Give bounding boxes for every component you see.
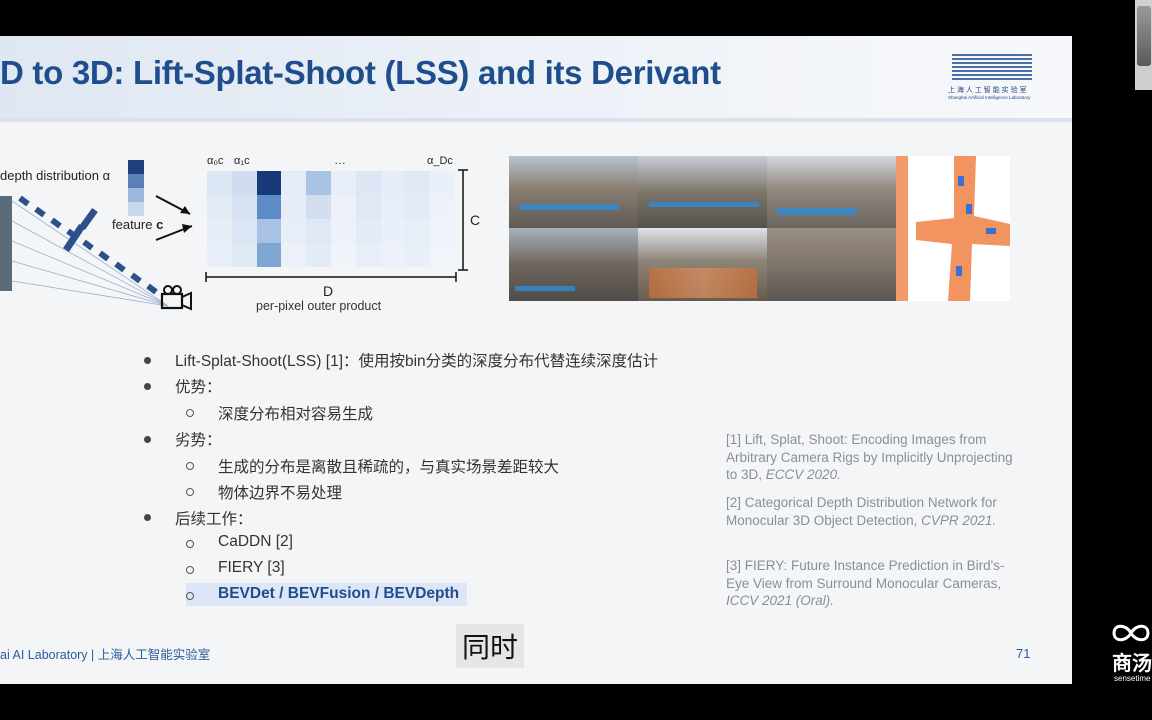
title-band: D to 3D: Lift-Splat-Shoot (LSS) and its … [0, 36, 1072, 122]
d-bracket [205, 272, 457, 282]
grid-cell [405, 243, 431, 267]
grid-cell [207, 219, 232, 243]
grid-cell [355, 171, 381, 195]
sub-bullet-caddn: CaDDN [2] [218, 533, 293, 550]
sensetime-watermark: 商汤 sensetime [1110, 620, 1152, 690]
col-label-d: α_Dc [427, 155, 453, 167]
reference-1: [1] Lift, Splat, Shoot: Encoding Images … [726, 432, 1013, 482]
grid-cell [380, 243, 406, 267]
grid-cell [331, 195, 356, 219]
bullet-dot [144, 436, 151, 443]
sub-bullet-ring [186, 592, 194, 600]
grid-cell [306, 219, 331, 243]
d-label: D [323, 283, 334, 299]
grid-cell [355, 195, 381, 219]
sensetime-logo-icon [1112, 624, 1150, 642]
grid-cell [331, 171, 356, 195]
grid-cell [355, 219, 381, 243]
grid-cell [405, 219, 431, 243]
sub-bullet-fiery: FIERY [3] [218, 559, 285, 576]
logo-graphic [952, 54, 1032, 82]
photo-front [638, 156, 767, 228]
grid-cell [256, 243, 282, 267]
bullet-advantages: 优势： [175, 379, 222, 396]
sub-bullet-bev: BEVDet / BEVFusion / BEVDepth [218, 585, 460, 602]
c-bracket [458, 169, 468, 271]
camera-image-patch [0, 196, 12, 291]
logo-cn-text: 上 海 人 工 智 能 实 验 室 [948, 87, 1027, 94]
bullet-dot [144, 514, 151, 521]
grid-cell [430, 195, 455, 219]
grid-cell [306, 243, 331, 267]
photo-front-left [509, 156, 638, 228]
brand-name: 商汤 [1112, 651, 1152, 675]
grid-cell [405, 195, 431, 219]
grid-cell [281, 195, 307, 219]
brand-sub: sensetime [1114, 674, 1151, 683]
bullet-disadvantages: 劣势： [175, 432, 222, 449]
grid-cell [430, 219, 455, 243]
sub-bullet-ring [186, 462, 194, 470]
sub-bullet-advantage-1: 深度分布相对容易生成 [218, 406, 374, 423]
webcam-overlay [1135, 0, 1152, 90]
footer-lab-name: ai AI Laboratory | 上海人工智能实验室 [0, 648, 211, 662]
grid-cell [281, 219, 307, 243]
grid-cell [256, 171, 282, 195]
camera-icon [160, 285, 192, 311]
grid-cell [380, 195, 406, 219]
photo-front-right [767, 156, 896, 228]
sub-bullet-disadvantage-2: 物体边界不易处理 [218, 485, 343, 502]
reference-3: [3] FIERY: Future Instance Prediction in… [726, 558, 1005, 608]
lab-logo: 上 海 人 工 智 能 实 验 室 Shanghai Artificial In… [948, 54, 1032, 102]
sub-bullet-ring [186, 540, 194, 548]
diagram-caption: per-pixel outer product [256, 299, 382, 313]
bullet-lss: Lift-Splat-Shoot(LSS) [1]：使用按bin分类的深度分布代… [175, 353, 659, 370]
camera-images [509, 156, 896, 301]
grid-cell [231, 219, 257, 243]
c-label: C [470, 212, 481, 228]
grid-cell [281, 171, 307, 195]
grid-cell [331, 219, 356, 243]
grid-cell [380, 171, 406, 195]
bullet-dot [144, 357, 151, 364]
grid-cell [405, 171, 431, 195]
sub-bullet-ring [186, 488, 194, 496]
grid-cell [306, 171, 331, 195]
grid-cell [231, 171, 257, 195]
depth-distribution-label: depth distribution α [0, 168, 111, 183]
grid-cell [430, 243, 455, 267]
col-label-1: α₁c [234, 155, 250, 167]
bev-segmentation-map [896, 156, 1010, 301]
grid-cell [207, 195, 232, 219]
col-label-0: α₀c [207, 155, 224, 167]
grid-cell [355, 243, 381, 267]
photo-back-right [767, 228, 896, 301]
logo-en-text: Shanghai Artificial Intelligence Laborat… [948, 95, 1031, 100]
grid-cell [306, 195, 331, 219]
reference-2: [2] Categorical Depth Distribution Netwo… [726, 495, 997, 528]
grid-cell [207, 171, 232, 195]
slide-title: D to 3D: Lift-Splat-Shoot (LSS) and its … [0, 54, 721, 91]
page-number: 71 [1016, 646, 1031, 661]
grid-cell [256, 219, 282, 243]
grid-cell [281, 243, 307, 267]
grid-cell [231, 243, 257, 267]
grid-cell [256, 195, 282, 219]
col-label-ellipsis: … [334, 153, 346, 167]
grid-cell [231, 195, 257, 219]
grid-cell [380, 219, 406, 243]
bullet-dot [144, 383, 151, 390]
sub-bullet-ring [186, 409, 194, 417]
grid-cell [430, 171, 455, 195]
video-subtitle: 同时 [456, 624, 525, 668]
outer-product-grid [207, 171, 455, 267]
feature-vector [128, 160, 144, 216]
sub-bullet-disadvantage-1: 生成的分布是离散且稀疏的，与真实场景差距较大 [218, 459, 560, 476]
grid-cell [207, 243, 232, 267]
grid-cell [331, 243, 356, 267]
arrows [155, 195, 193, 241]
bullet-followup: 后续工作： [175, 511, 253, 528]
sub-bullet-ring [186, 566, 194, 574]
slide: D to 3D: Lift-Splat-Shoot (LSS) and its … [0, 36, 1072, 684]
